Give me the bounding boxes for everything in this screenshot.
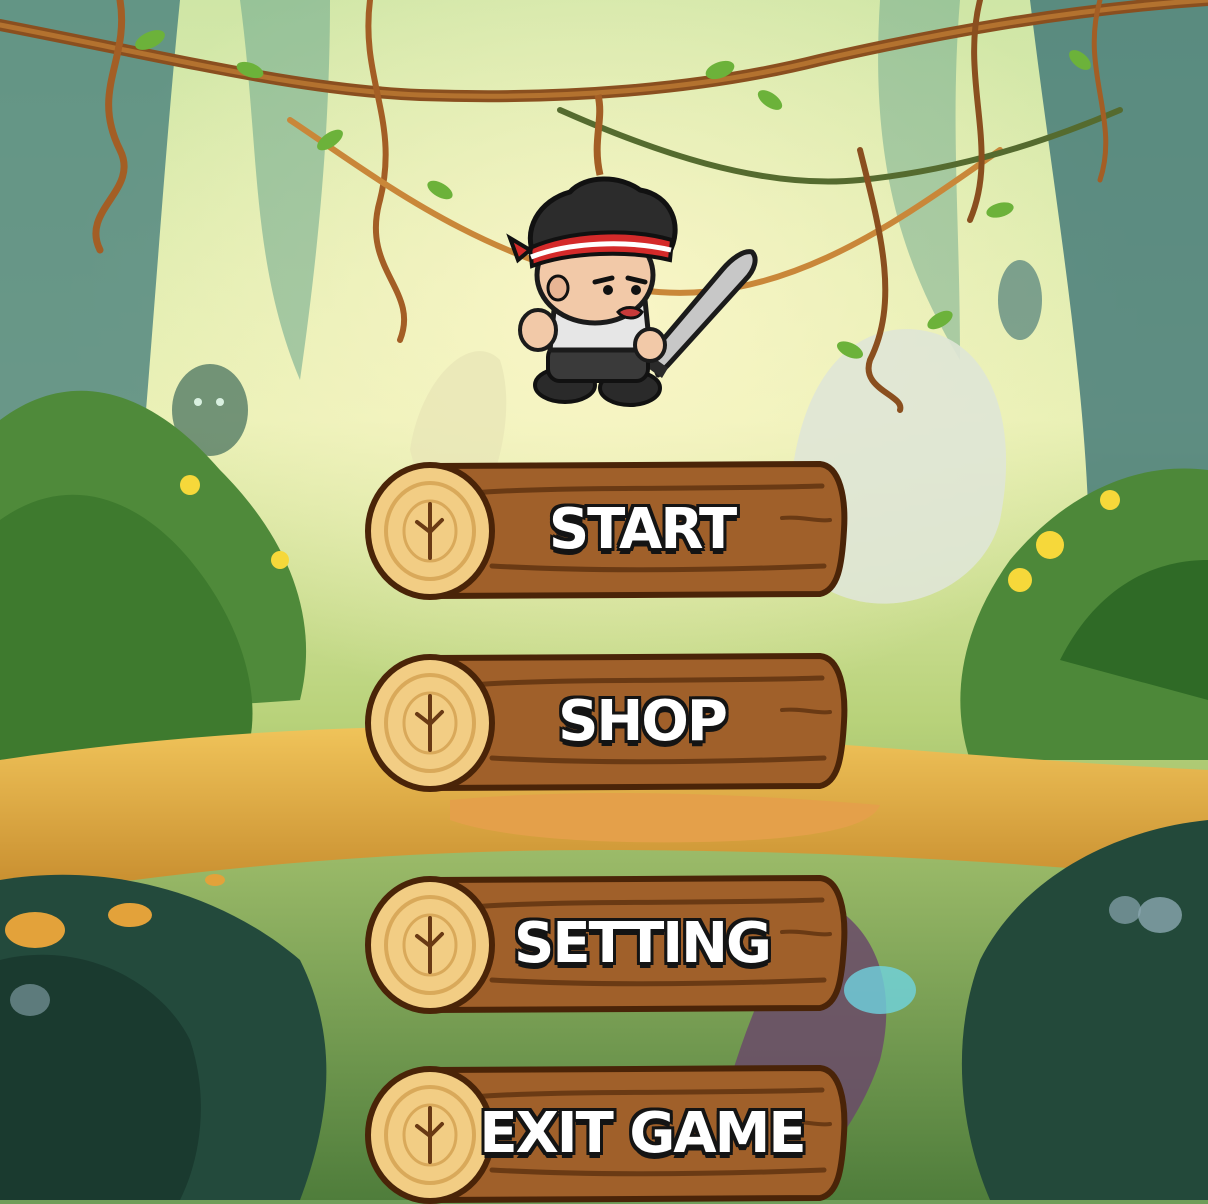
ninja-character [506, 176, 758, 407]
setting-label: SETTING [514, 910, 772, 976]
start-label: START [548, 496, 737, 562]
start-button[interactable]: START [362, 458, 848, 600]
shop-button[interactable]: SHOP [362, 650, 848, 792]
exit-game-button[interactable]: EXIT GAME [362, 1062, 848, 1204]
exit-game-label: EXIT GAME [479, 1100, 806, 1166]
shop-label: SHOP [558, 688, 728, 754]
setting-button[interactable]: SETTING [362, 872, 848, 1014]
